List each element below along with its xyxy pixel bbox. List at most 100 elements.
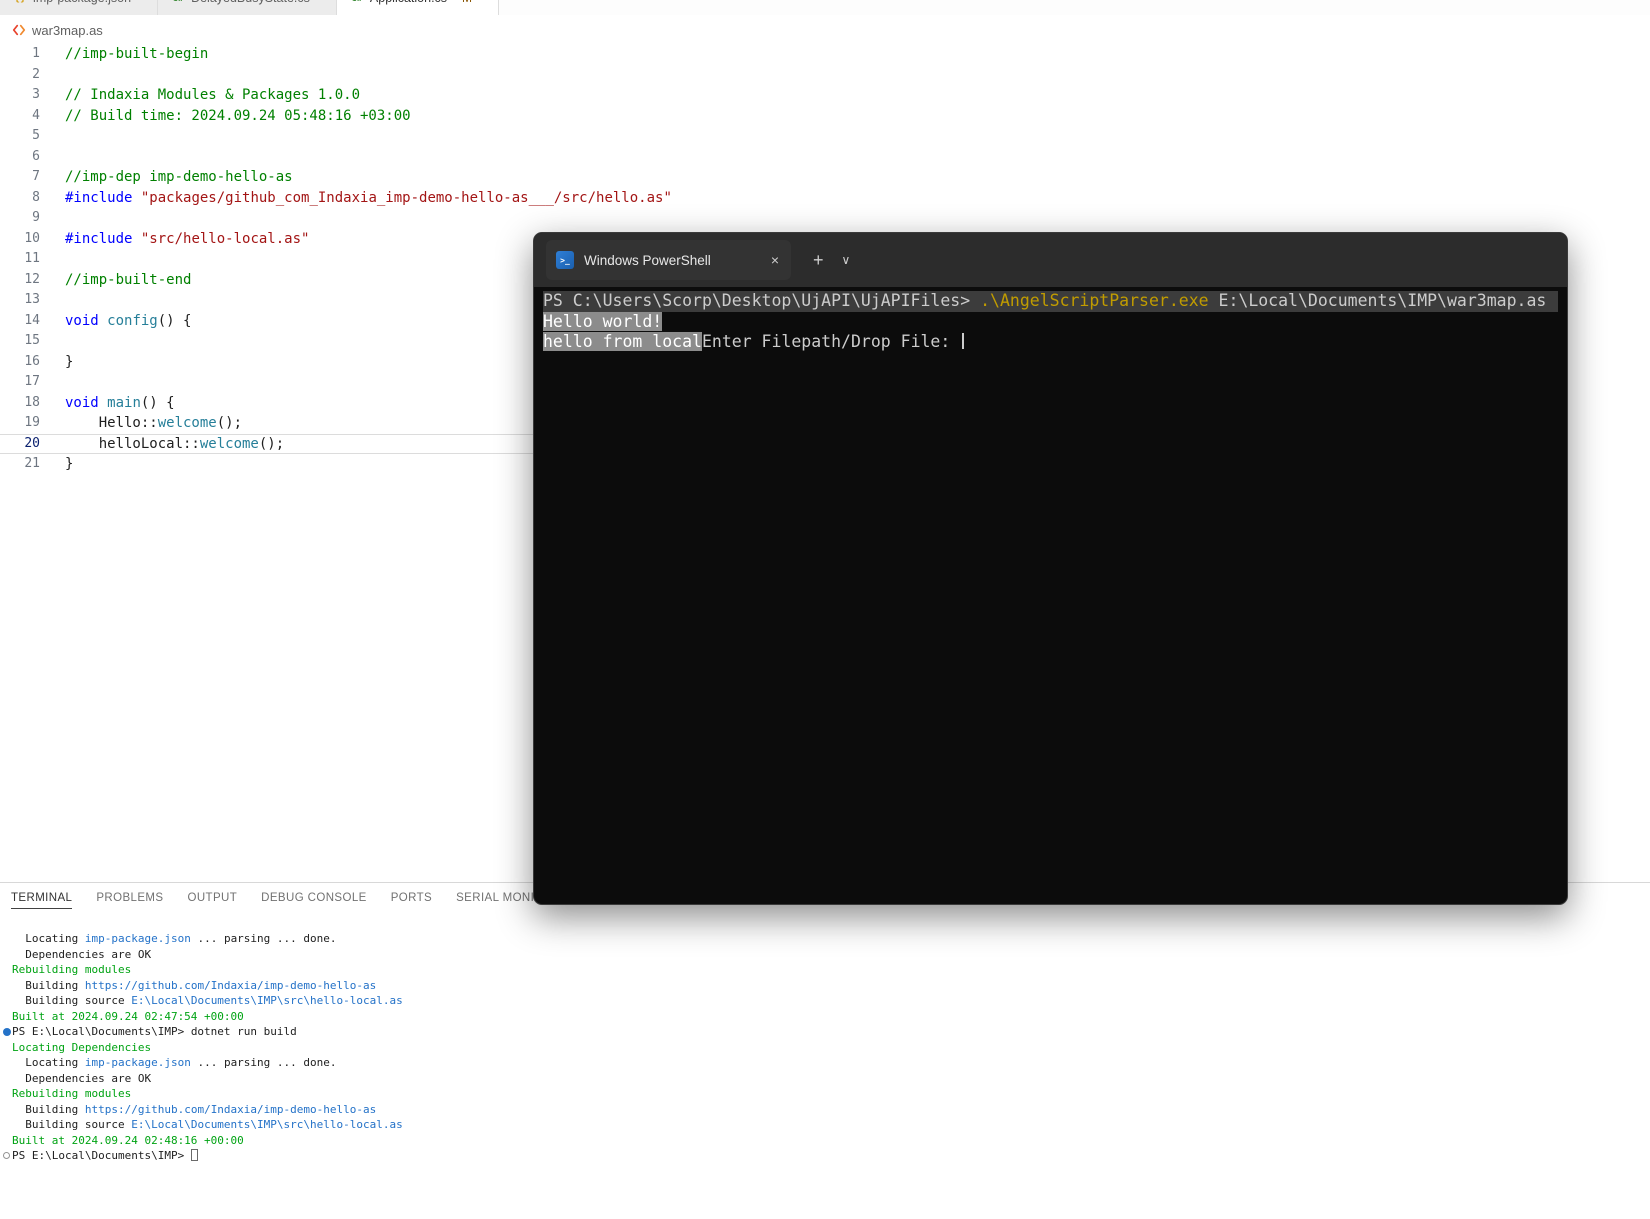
editor-tab[interactable]: C# DelayedBusyState.cs <box>158 0 337 15</box>
powershell-text: PS C:\Users\Scorp\Desktop\UjAPI\UjAPIFil… <box>543 291 981 310</box>
terminal-text: Building source <box>12 994 132 1007</box>
code-text: // Build time: 2024.09.24 05:48:16 +03:0… <box>40 106 411 127</box>
terminal-text: Locating <box>12 932 85 945</box>
terminal-link[interactable]: imp-package.json <box>85 1056 191 1069</box>
code-text: // Indaxia Modules & Packages 1.0.0 <box>40 85 360 106</box>
code-line[interactable]: 10 #include "src/hello-local.as" <box>0 229 533 250</box>
terminal-link[interactable]: https://github.com/Indaxia/imp-demo-hell… <box>85 1103 376 1116</box>
code-token: welcome <box>157 415 217 431</box>
code-token: #include <box>65 230 133 247</box>
code-text: //imp-built-begin <box>40 44 208 65</box>
code-token: "src/hello-local.as" <box>140 230 310 247</box>
terminal-line: PS E:\Local\Documents\IMP> dotnet run bu… <box>3 1024 1650 1040</box>
code-line[interactable]: 1 //imp-built-begin <box>0 44 533 65</box>
integrated-terminal-output[interactable]: Locating imp-package.json ... parsing ..… <box>0 931 1650 1161</box>
breadcrumb-filename: war3map.as <box>32 22 103 38</box>
breadcrumb[interactable]: war3map.as <box>12 20 103 40</box>
code-token: // Indaxia Modules & Packages 1.0.0 <box>65 87 361 103</box>
code-line[interactable]: 21} <box>0 454 533 475</box>
powershell-tab[interactable]: >_ Windows PowerShell × <box>546 240 791 280</box>
bottom-panel: TERMINAL PROBLEMS OUTPUT DEBUG CONSOLE PORTS… <box>0 882 1650 1219</box>
code-token: void <box>65 312 99 329</box>
terminal-text: ... parsing ... done. <box>190 1056 337 1069</box>
terminal-link[interactable]: imp-package.json <box>85 932 191 945</box>
code-line[interactable]: 6 <box>0 147 533 168</box>
code-line[interactable]: 3 // Indaxia Modules & Packages 1.0.0 <box>0 85 533 106</box>
terminal-link[interactable]: E:\Local\Documents\IMP\src\hello-local.a… <box>131 1118 403 1131</box>
code-line[interactable]: 15 <box>0 331 533 352</box>
terminal-link[interactable]: E:\Local\Documents\IMP\src\hello-local.a… <box>131 994 403 1007</box>
code-text: helloLocal::welcome(); <box>40 434 284 455</box>
panel-tab-debug-console[interactable]: DEBUG CONSOLE <box>261 892 367 908</box>
code-line[interactable]: 17 <box>0 372 533 393</box>
code-line[interactable]: 18 void main() { <box>0 393 533 414</box>
code-text: #include "src/hello-local.as" <box>40 229 309 250</box>
code-token: config <box>107 312 158 329</box>
terminal-text: Built at 2024.09.24 02:47:54 +00:00 <box>12 1009 244 1023</box>
code-line[interactable]: 13 <box>0 290 533 311</box>
tab-close-icon[interactable]: × <box>767 252 783 268</box>
terminal-text: dotnet run build <box>190 1025 297 1038</box>
terminal-line: Locating imp-package.json ... parsing ..… <box>12 931 1650 947</box>
code-text: //imp-dep imp-demo-hello-as <box>40 167 293 188</box>
code-token: } <box>65 456 74 472</box>
new-tab-button[interactable]: + <box>813 250 824 271</box>
terminal-text: Building <box>12 978 85 992</box>
powershell-cursor <box>962 333 965 349</box>
panel-tab-ports[interactable]: PORTS <box>391 892 432 908</box>
line-number: 13 <box>24 292 40 307</box>
code-editor[interactable]: 1 //imp-built-begin 2 3 // Indaxia Modules &… <box>0 44 672 475</box>
powershell-icon: >_ <box>556 251 574 269</box>
code-line[interactable]: 11 <box>0 249 533 270</box>
code-line[interactable]: 9 <box>0 208 533 229</box>
code-token: "packages/github_com_Indaxia_imp-demo-he… <box>140 189 672 206</box>
powershell-titlebar[interactable]: >_ Windows PowerShell × + ∨ <box>534 233 1567 287</box>
line-number: 4 <box>32 107 40 123</box>
terminal-link[interactable]: https://github.com/Indaxia/imp-demo-hell… <box>85 979 376 992</box>
command-success-dot-icon[interactable] <box>3 1028 11 1036</box>
code-token: () { <box>140 394 175 411</box>
terminal-text: Dependencies are OK <box>12 1071 152 1085</box>
tab-dropdown-icon[interactable]: ∨ <box>842 253 851 267</box>
powershell-text: Hello world! <box>543 311 663 331</box>
code-line[interactable]: 2 <box>0 65 533 86</box>
editor-tab[interactable]: C# Application.cs M <box>336 0 500 15</box>
terminal-line: Building https://github.com/Indaxia/imp-… <box>12 978 1650 994</box>
terminal-text: PS E:\Local\Documents\IMP> <box>12 1149 191 1161</box>
terminal-text: Rebuilding modules <box>12 963 132 976</box>
tab-label: Application.cs <box>370 0 447 5</box>
code-token: () { <box>157 312 192 329</box>
line-number: 10 <box>24 230 40 246</box>
csharp-file-icon: C# <box>351 0 363 4</box>
tab-label: imp-package.json <box>33 0 131 5</box>
panel-tab-terminal[interactable]: TERMINAL <box>11 892 73 909</box>
code-line[interactable]: 16} <box>0 352 533 373</box>
terminal-line: Dependencies are OK <box>12 947 1650 963</box>
line-number: 5 <box>32 128 40 143</box>
code-line[interactable]: 7 //imp-dep imp-demo-hello-as <box>0 167 533 188</box>
powershell-tab-title: Windows PowerShell <box>584 252 711 268</box>
powershell-terminal-content[interactable]: PS C:\Users\Scorp\Desktop\UjAPI\UjAPIFil… <box>534 287 1567 357</box>
code-text: void main() { <box>40 393 175 414</box>
code-line[interactable]: 14 void config() { <box>0 311 533 332</box>
editor-tab[interactable]: {} imp-package.json <box>0 0 159 15</box>
code-token: void <box>65 394 99 411</box>
code-line[interactable]: 5 <box>0 126 533 147</box>
powershell-window[interactable]: >_ Windows PowerShell × + ∨ PS C:\Users\… <box>533 232 1568 905</box>
code-line[interactable]: 20 helloLocal::welcome(); <box>0 434 533 455</box>
panel-tab-problems[interactable]: PROBLEMS <box>96 892 163 908</box>
code-token: main <box>107 394 141 411</box>
code-line[interactable]: 4 // Build time: 2024.09.24 05:48:16 +03:… <box>0 106 533 127</box>
terminal-line: Building source E:\Local\Documents\IMP\s… <box>12 1117 1650 1133</box>
terminal-line: Building https://github.com/Indaxia/imp-… <box>12 1102 1650 1118</box>
panel-tab-output[interactable]: OUTPUT <box>187 892 237 908</box>
line-number: 17 <box>24 374 40 389</box>
code-token: Hello:: <box>65 415 158 431</box>
code-line[interactable]: 19 Hello::welcome(); <box>0 413 533 434</box>
code-line[interactable]: 8 #include "packages/github_com_Indaxia_i… <box>0 188 672 209</box>
code-line[interactable]: 12 //imp-built-end <box>0 270 533 291</box>
line-number: 21 <box>24 456 40 471</box>
command-prompt-circle-icon[interactable] <box>3 1152 10 1159</box>
